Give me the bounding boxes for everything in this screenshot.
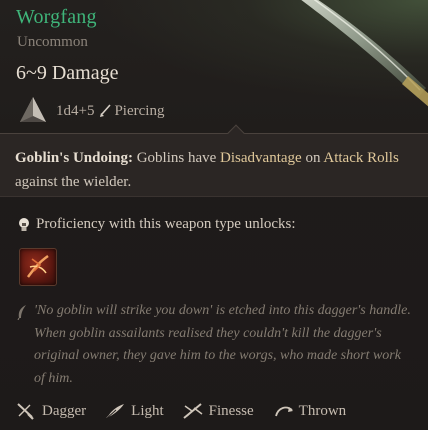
item-rarity: Uncommon xyxy=(17,34,88,50)
keyword-disadvantage[interactable]: Disadvantage xyxy=(220,150,302,166)
tooltip-header: Worgfang Uncommon 6~9 Damage 1d4+5 Pierc… xyxy=(0,0,428,133)
damage-dice: 1d4+5 xyxy=(56,102,95,119)
passive-text-1: Goblins have xyxy=(136,150,217,166)
property-label: Dagger xyxy=(42,402,87,419)
property-thrown[interactable]: Thrown xyxy=(272,402,347,420)
weapon-action-glyph-icon xyxy=(26,254,49,278)
lore-text: 'No goblin will strike you down' is etch… xyxy=(34,303,411,386)
property-dagger[interactable]: Dagger xyxy=(15,402,86,420)
finesse-icon xyxy=(183,403,203,419)
item-damage: 6~9 Damage xyxy=(16,62,119,84)
proficiency-row: Proficiency with this weapon type unlock… xyxy=(17,216,296,233)
quill-icon xyxy=(17,305,26,320)
flourish-action-icon[interactable] xyxy=(19,248,57,286)
property-finesse[interactable]: Finesse xyxy=(182,402,254,420)
damage-type: Piercing xyxy=(114,102,165,119)
passive-box: Goblin's Undoing: Goblins have Disadvant… xyxy=(0,134,428,197)
weapon-properties: Dagger Light Finesse Thrown xyxy=(15,402,364,420)
property-label: Thrown xyxy=(298,402,347,419)
passive-text-2: on xyxy=(305,150,321,166)
passive-name: Goblin's Undoing: xyxy=(15,150,133,166)
damage-dice-row: 1d4+5 Piercing xyxy=(18,96,164,126)
item-name: Worgfang xyxy=(16,6,97,28)
thrown-icon xyxy=(274,406,293,417)
property-label: Light xyxy=(131,402,164,419)
keyword-attack-rolls[interactable]: Attack Rolls xyxy=(323,150,398,166)
lightbulb-icon xyxy=(19,217,29,231)
piercing-icon xyxy=(100,104,112,117)
property-light[interactable]: Light xyxy=(104,402,164,420)
passive-description: Goblin's Undoing: Goblins have Disadvant… xyxy=(15,146,410,194)
d4-die-icon xyxy=(20,97,46,122)
dagger-blade-image xyxy=(301,0,428,107)
dagger-icon xyxy=(17,403,34,420)
proficiency-label: Proficiency with this weapon type unlock… xyxy=(36,216,296,232)
passive-text-3: against the wielder. xyxy=(15,174,132,190)
feather-icon xyxy=(105,404,125,420)
property-label: Finesse xyxy=(208,402,254,419)
item-tooltip: Worgfang Uncommon 6~9 Damage 1d4+5 Pierc… xyxy=(0,0,428,430)
